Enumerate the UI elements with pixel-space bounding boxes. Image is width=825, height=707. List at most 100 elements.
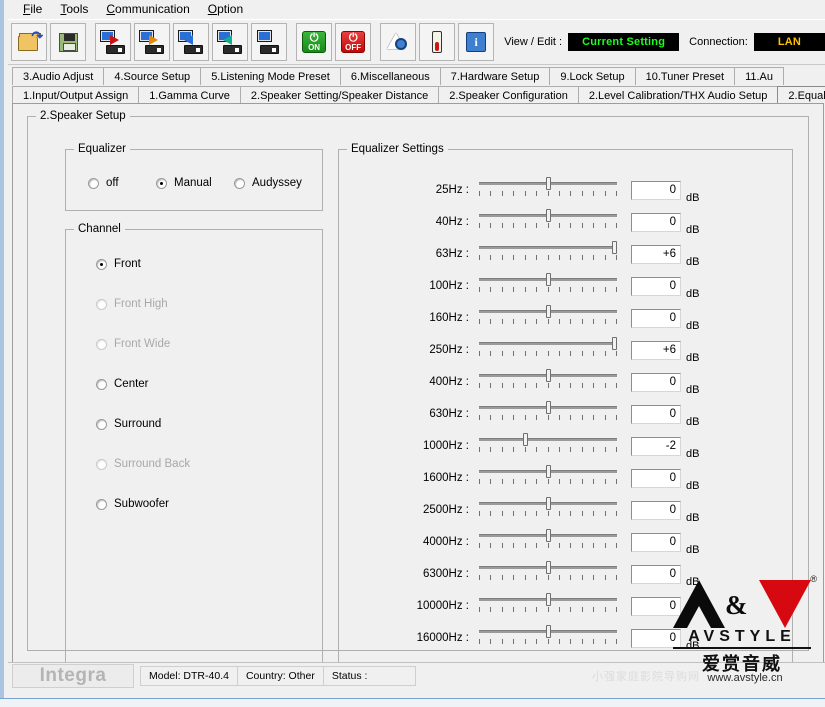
band-gain-value[interactable]: 0 bbox=[631, 501, 681, 520]
band-gain-slider[interactable] bbox=[479, 593, 617, 619]
band-gain-slider[interactable] bbox=[479, 529, 617, 555]
band-gain-value[interactable]: 0 bbox=[631, 309, 681, 328]
slider-thumb[interactable] bbox=[546, 209, 551, 222]
slider-thumb[interactable] bbox=[546, 465, 551, 478]
save-file-button[interactable] bbox=[50, 23, 86, 61]
slider-thumb[interactable] bbox=[523, 433, 528, 446]
equalizer-option-off[interactable]: off bbox=[88, 177, 119, 189]
menu-communication[interactable]: Communication bbox=[97, 1, 198, 17]
menu-file[interactable]: File bbox=[14, 1, 51, 17]
band-gain-slider[interactable] bbox=[479, 273, 617, 299]
device-connection-button[interactable] bbox=[251, 23, 287, 61]
slider-thumb[interactable] bbox=[612, 337, 617, 350]
upload-from-device-teal-button[interactable] bbox=[212, 23, 248, 61]
band-gain-slider[interactable] bbox=[479, 465, 617, 491]
band-gain-slider[interactable] bbox=[479, 561, 617, 587]
band-gain-unit: dB bbox=[686, 480, 699, 494]
view-edit-value[interactable]: Current Setting bbox=[568, 33, 679, 51]
band-gain-slider[interactable] bbox=[479, 177, 617, 203]
slider-thumb[interactable] bbox=[546, 305, 551, 318]
tab-primary-7[interactable]: 10.Tuner Preset bbox=[635, 67, 735, 85]
slider-thumb[interactable] bbox=[546, 625, 551, 638]
power-on-button[interactable]: ⏻ ON bbox=[296, 23, 332, 61]
slider-thumb[interactable] bbox=[546, 401, 551, 414]
tab-secondary-1[interactable]: 1.Input/Output Assign bbox=[12, 86, 139, 104]
tab-secondary-4[interactable]: 2.Speaker Configuration bbox=[438, 86, 579, 104]
band-gain-slider[interactable] bbox=[479, 337, 617, 363]
slider-thumb[interactable] bbox=[612, 241, 617, 254]
slider-thumb[interactable] bbox=[546, 561, 551, 574]
tab-primary-3[interactable]: 5.Listening Mode Preset bbox=[200, 67, 341, 85]
channel-option-center[interactable]: Center bbox=[96, 378, 149, 390]
band-gain-value[interactable]: 0 bbox=[631, 565, 681, 584]
band-frequency-label: 4000Hz : bbox=[339, 536, 479, 548]
tab-secondary-2[interactable]: 1.Gamma Curve bbox=[138, 86, 241, 104]
band-gain-value[interactable]: 0 bbox=[631, 181, 681, 200]
band-frequency-label: 250Hz : bbox=[339, 344, 479, 356]
band-gain-value[interactable]: 0 bbox=[631, 629, 681, 648]
band-gain-value[interactable]: 0 bbox=[631, 405, 681, 424]
band-gain-value[interactable]: 0 bbox=[631, 277, 681, 296]
band-gain-value[interactable]: +6 bbox=[631, 341, 681, 360]
power-off-button[interactable]: ⏻ OFF bbox=[335, 23, 371, 61]
upload-from-device-blue-button[interactable] bbox=[173, 23, 209, 61]
tab-primary-8[interactable]: 11.Au bbox=[734, 67, 784, 85]
channel-option-label: Front High bbox=[114, 298, 168, 310]
equalizer-mode-title: Equalizer bbox=[74, 143, 130, 155]
tab-primary-2[interactable]: 4.Source Setup bbox=[103, 67, 201, 85]
equalizer-band-row: 4000Hz :0dB bbox=[339, 526, 792, 558]
slider-ticks bbox=[479, 319, 617, 325]
equalizer-band-row: 63Hz :+6dB bbox=[339, 238, 792, 270]
slider-thumb[interactable] bbox=[546, 177, 551, 190]
slider-thumb[interactable] bbox=[546, 593, 551, 606]
band-gain-value[interactable]: 0 bbox=[631, 469, 681, 488]
slider-thumb[interactable] bbox=[546, 273, 551, 286]
tab-primary-4[interactable]: 6.Miscellaneous bbox=[340, 67, 441, 85]
equalizer-option-audyssey[interactable]: Audyssey bbox=[234, 177, 302, 189]
slider-thumb[interactable] bbox=[546, 529, 551, 542]
tab-primary-1[interactable]: 3.Audio Adjust bbox=[12, 67, 104, 85]
open-file-button[interactable]: ↷ bbox=[11, 23, 47, 61]
tab-secondary-3[interactable]: 2.Speaker Setting/Speaker Distance bbox=[240, 86, 439, 104]
connection-value[interactable]: LAN bbox=[754, 33, 825, 51]
channel-option-subwoofer[interactable]: Subwoofer bbox=[96, 498, 169, 510]
info-button[interactable]: i bbox=[458, 23, 494, 61]
slider-thumb[interactable] bbox=[546, 497, 551, 510]
menu-file-label: ile bbox=[30, 2, 42, 16]
monitor-inspect-button[interactable] bbox=[380, 23, 416, 61]
channel-option-surround[interactable]: Surround bbox=[96, 418, 161, 430]
band-frequency-label: 1000Hz : bbox=[339, 440, 479, 452]
radio-dot-center bbox=[96, 379, 107, 390]
slider-ticks bbox=[479, 287, 617, 293]
band-gain-value[interactable]: -2 bbox=[631, 437, 681, 456]
equalizer-option-off-label: off bbox=[106, 177, 119, 189]
band-gain-slider[interactable] bbox=[479, 625, 617, 651]
band-gain-slider[interactable] bbox=[479, 401, 617, 427]
band-gain-slider[interactable] bbox=[479, 241, 617, 267]
slider-thumb[interactable] bbox=[546, 369, 551, 382]
channel-option-label: Front Wide bbox=[114, 338, 170, 350]
tab-secondary-5[interactable]: 2.Level Calibration/THX Audio Setup bbox=[578, 86, 779, 104]
equalizer-option-manual[interactable]: Manual bbox=[156, 177, 212, 189]
band-gain-slider[interactable] bbox=[479, 369, 617, 395]
download-to-device-red-button[interactable] bbox=[95, 23, 131, 61]
tab-primary-5[interactable]: 7.Hardware Setup bbox=[440, 67, 551, 85]
temperature-button[interactable] bbox=[419, 23, 455, 61]
download-to-device-orange-button[interactable] bbox=[134, 23, 170, 61]
band-gain-value[interactable]: 0 bbox=[631, 213, 681, 232]
menu-tools[interactable]: Tools bbox=[51, 1, 97, 17]
channel-option-label: Front bbox=[114, 258, 141, 270]
tab-secondary-6[interactable]: 2.Equalizer Set bbox=[777, 86, 825, 104]
channel-option-front[interactable]: Front bbox=[96, 258, 141, 270]
band-gain-value[interactable]: +6 bbox=[631, 245, 681, 264]
menu-option[interactable]: Option bbox=[199, 1, 252, 17]
band-gain-slider[interactable] bbox=[479, 305, 617, 331]
band-gain-slider[interactable] bbox=[479, 433, 617, 459]
band-gain-value[interactable]: 0 bbox=[631, 533, 681, 552]
tab-primary-6[interactable]: 9.Lock Setup bbox=[549, 67, 635, 85]
band-gain-slider[interactable] bbox=[479, 497, 617, 523]
band-gain-value[interactable]: 0 bbox=[631, 597, 681, 616]
band-gain-unit: dB bbox=[686, 352, 699, 366]
band-gain-slider[interactable] bbox=[479, 209, 617, 235]
band-gain-value[interactable]: 0 bbox=[631, 373, 681, 392]
